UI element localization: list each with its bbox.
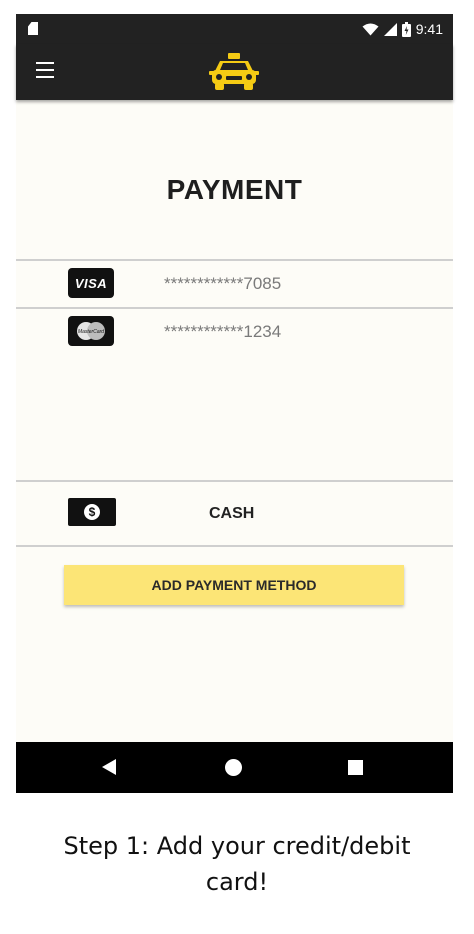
divider xyxy=(16,545,453,547)
status-bar: 9:41 xyxy=(16,14,453,44)
signal-icon xyxy=(383,22,397,36)
mastercard-icon: MasterCard xyxy=(68,316,114,346)
mastercard-card-number: ************1234 xyxy=(164,322,282,341)
dollar-bill-icon: $ xyxy=(68,498,116,526)
svg-text:$: $ xyxy=(89,505,96,519)
visa-card-icon: VISA xyxy=(68,268,114,298)
visa-logo-text: VISA xyxy=(74,275,108,291)
navigation-bar xyxy=(16,742,453,793)
hamburger-menu-icon[interactable] xyxy=(36,62,54,78)
page-title: PAYMENT xyxy=(166,174,303,205)
status-icons: 9:41 xyxy=(362,20,443,38)
mastercard-logo-text: MasterCard xyxy=(78,329,104,335)
sim-card-icon xyxy=(28,22,38,35)
caption-line-2: card! xyxy=(205,868,269,896)
caption: Step 1: Add your credit/debit card! xyxy=(0,828,474,900)
status-time: 9:41 xyxy=(415,21,443,37)
cash-label: CASH xyxy=(209,505,255,522)
payment-method-cash[interactable]: $ CASH xyxy=(16,482,453,546)
payment-method-visa[interactable]: VISA ************7085 xyxy=(16,261,453,307)
phone-screen: 9:41 PAYMENT VISA ************7085 Maste… xyxy=(16,14,453,793)
recents-square-icon[interactable] xyxy=(348,760,363,775)
payment-method-mastercard[interactable]: MasterCard ************1234 xyxy=(16,309,453,355)
add-payment-method-button[interactable]: ADD PAYMENT METHOD xyxy=(64,565,404,605)
battery-icon xyxy=(401,21,411,37)
visa-card-number: ************7085 xyxy=(164,274,282,293)
caption-line-1: Step 1: Add your credit/debit xyxy=(63,832,411,860)
home-circle-icon[interactable] xyxy=(225,759,242,776)
app-bar xyxy=(16,44,453,100)
back-triangle-icon[interactable] xyxy=(102,759,116,775)
taxi-icon xyxy=(209,53,259,90)
wifi-icon xyxy=(362,23,379,35)
